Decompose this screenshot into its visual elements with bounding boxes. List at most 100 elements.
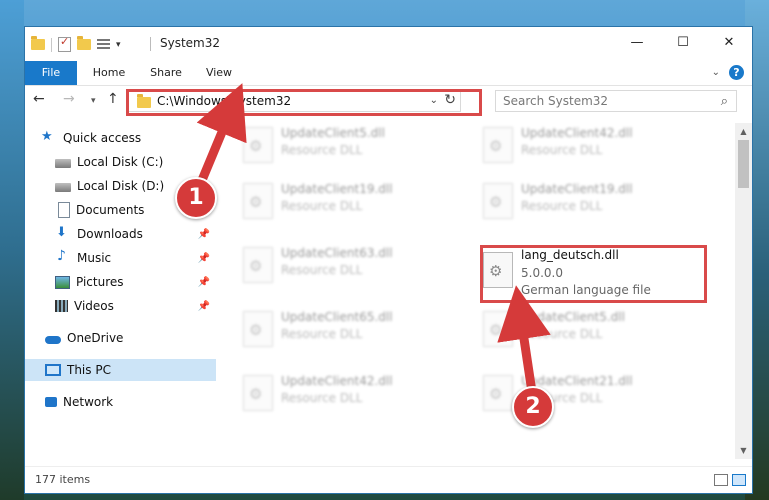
search-box[interactable]: Search System32 ⌕: [495, 90, 737, 112]
pictures-icon: [55, 275, 70, 289]
list-item[interactable]: UpdateClient63.dll Resource DLL: [237, 243, 457, 287]
pin-icon: 📌: [197, 252, 210, 264]
dll-file-icon: [243, 127, 273, 163]
list-item[interactable]: UpdateClient5.dll Resource DLL: [237, 123, 457, 167]
sidebar-item-label: Documents: [76, 203, 145, 217]
callout-step-1: 1: [175, 177, 217, 219]
new-folder-icon[interactable]: [77, 36, 91, 50]
sidebar-item-label: This PC: [67, 363, 111, 377]
sidebar-item-label: Videos: [74, 299, 114, 313]
downloads-icon: [55, 225, 71, 241]
documents-icon: [58, 202, 70, 218]
ribbon-tabs: File Home Share View ⌄ ?: [25, 61, 752, 86]
dll-file-icon: [483, 375, 513, 411]
expand-ribbon-chevron-icon[interactable]: ⌄: [712, 67, 720, 78]
sidebar-item-label: OneDrive: [67, 331, 124, 345]
search-input[interactable]: Search System32: [503, 94, 608, 108]
list-item[interactable]: UpdateClient5.dll Resource DLL: [477, 307, 697, 351]
list-item[interactable]: UpdateClient21.dll Resource DLL: [477, 371, 697, 415]
list-item[interactable]: UpdateClient42.dll Resource DLL: [477, 123, 697, 167]
dll-file-icon: [243, 183, 273, 219]
address-bar-highlight: [126, 89, 482, 116]
sidebar-item-local-disk-c[interactable]: Local Disk (C:): [55, 151, 216, 173]
onedrive-icon: [45, 335, 61, 344]
list-item[interactable]: UpdateClient19.dll Resource DLL: [477, 179, 697, 223]
network-icon: [45, 397, 57, 407]
toolbar-divider: [51, 37, 52, 52]
file-type: Resource DLL: [281, 327, 363, 341]
tab-view[interactable]: View: [197, 61, 241, 85]
dll-file-icon: [483, 127, 513, 163]
window-controls: — ☐ ✕: [614, 27, 752, 57]
file-name: UpdateClient63.dll: [281, 246, 393, 260]
recent-locations-button[interactable]: ▾: [91, 96, 96, 106]
window-title: System32: [160, 36, 221, 50]
sidebar-item-this-pc[interactable]: This PC: [25, 359, 216, 381]
search-icon[interactable]: ⌕: [721, 94, 728, 109]
callout-step-2: 2: [512, 386, 554, 428]
videos-icon: [55, 300, 68, 312]
dll-file-icon: [243, 247, 273, 283]
tab-share[interactable]: Share: [141, 61, 191, 85]
sidebar-item-pictures[interactable]: Pictures 📌: [55, 271, 216, 293]
details-view-icon[interactable]: [714, 474, 728, 486]
maximize-button[interactable]: ☐: [660, 27, 706, 57]
dll-file-icon: [243, 375, 273, 411]
file-type: Resource DLL: [521, 143, 603, 157]
list-item[interactable]: UpdateClient65.dll Resource DLL: [237, 307, 457, 351]
tab-home[interactable]: Home: [83, 61, 135, 85]
list-item[interactable]: UpdateClient19.dll Resource DLL: [237, 179, 457, 223]
pin-icon: 📌: [197, 276, 210, 288]
title-bar: ▾ System32 — ☐ ✕: [25, 27, 752, 61]
sidebar-item-label: Pictures: [76, 275, 124, 289]
star-icon: [41, 129, 57, 145]
file-type: Resource DLL: [281, 199, 363, 213]
sidebar-item-label: Downloads: [77, 227, 143, 241]
scroll-down-icon[interactable]: ▼: [735, 442, 752, 459]
music-icon: [55, 248, 71, 265]
sidebar-item-music[interactable]: Music 📌: [55, 247, 216, 269]
up-button[interactable]: ↑: [107, 91, 119, 107]
forward-button[interactable]: →: [63, 91, 75, 107]
sidebar-item-label: Quick access: [63, 131, 142, 145]
folder-icon: [31, 36, 45, 50]
properties-checklist-icon[interactable]: [58, 35, 71, 52]
dll-file-icon: [483, 183, 513, 219]
rename-icon[interactable]: [97, 39, 110, 50]
large-icons-view-icon[interactable]: [732, 474, 746, 486]
help-icon[interactable]: ?: [729, 65, 744, 80]
sidebar-item-downloads[interactable]: Downloads 📌: [55, 223, 216, 245]
sidebar-item-videos[interactable]: Videos 📌: [55, 295, 216, 317]
this-pc-icon: [45, 364, 61, 376]
sidebar-item-quick-access[interactable]: Quick access: [41, 127, 232, 149]
close-button[interactable]: ✕: [706, 27, 752, 57]
scroll-up-icon[interactable]: ▲: [735, 123, 752, 140]
explorer-window: ▾ System32 — ☐ ✕ File Home Share View ⌄ …: [24, 26, 753, 494]
back-button[interactable]: ←: [33, 91, 45, 107]
minimize-button[interactable]: —: [614, 27, 660, 57]
file-name: UpdateClient19.dll: [281, 182, 393, 196]
sidebar-item-label: Music: [77, 251, 112, 265]
scroll-thumb[interactable]: [738, 140, 749, 188]
pin-icon: 📌: [197, 300, 210, 312]
tab-file[interactable]: File: [25, 61, 77, 85]
file-type: Resource DLL: [281, 143, 363, 157]
list-item[interactable]: UpdateClient42.dll Resource DLL: [237, 371, 457, 415]
drive-icon: [55, 183, 71, 192]
file-name: UpdateClient5.dll: [281, 126, 385, 140]
sidebar-item-onedrive[interactable]: OneDrive: [45, 327, 216, 349]
file-name: UpdateClient42.dll: [521, 126, 633, 140]
drive-icon: [55, 159, 71, 168]
customize-toolbar-chevron-icon[interactable]: ▾: [116, 40, 121, 50]
sidebar-item-label: Local Disk (C:): [77, 155, 164, 169]
desktop-background-left: [0, 0, 24, 500]
vertical-scrollbar[interactable]: ▲ ▼: [735, 123, 752, 459]
file-type: Resource DLL: [521, 199, 603, 213]
item-count: 177 items: [35, 473, 91, 486]
dll-file-icon: [243, 311, 273, 347]
file-name: UpdateClient42.dll: [281, 374, 393, 388]
pin-icon: 📌: [197, 228, 210, 240]
file-type: Resource DLL: [281, 263, 363, 277]
sidebar-item-label: Network: [63, 395, 114, 409]
sidebar-item-network[interactable]: Network: [45, 391, 216, 413]
